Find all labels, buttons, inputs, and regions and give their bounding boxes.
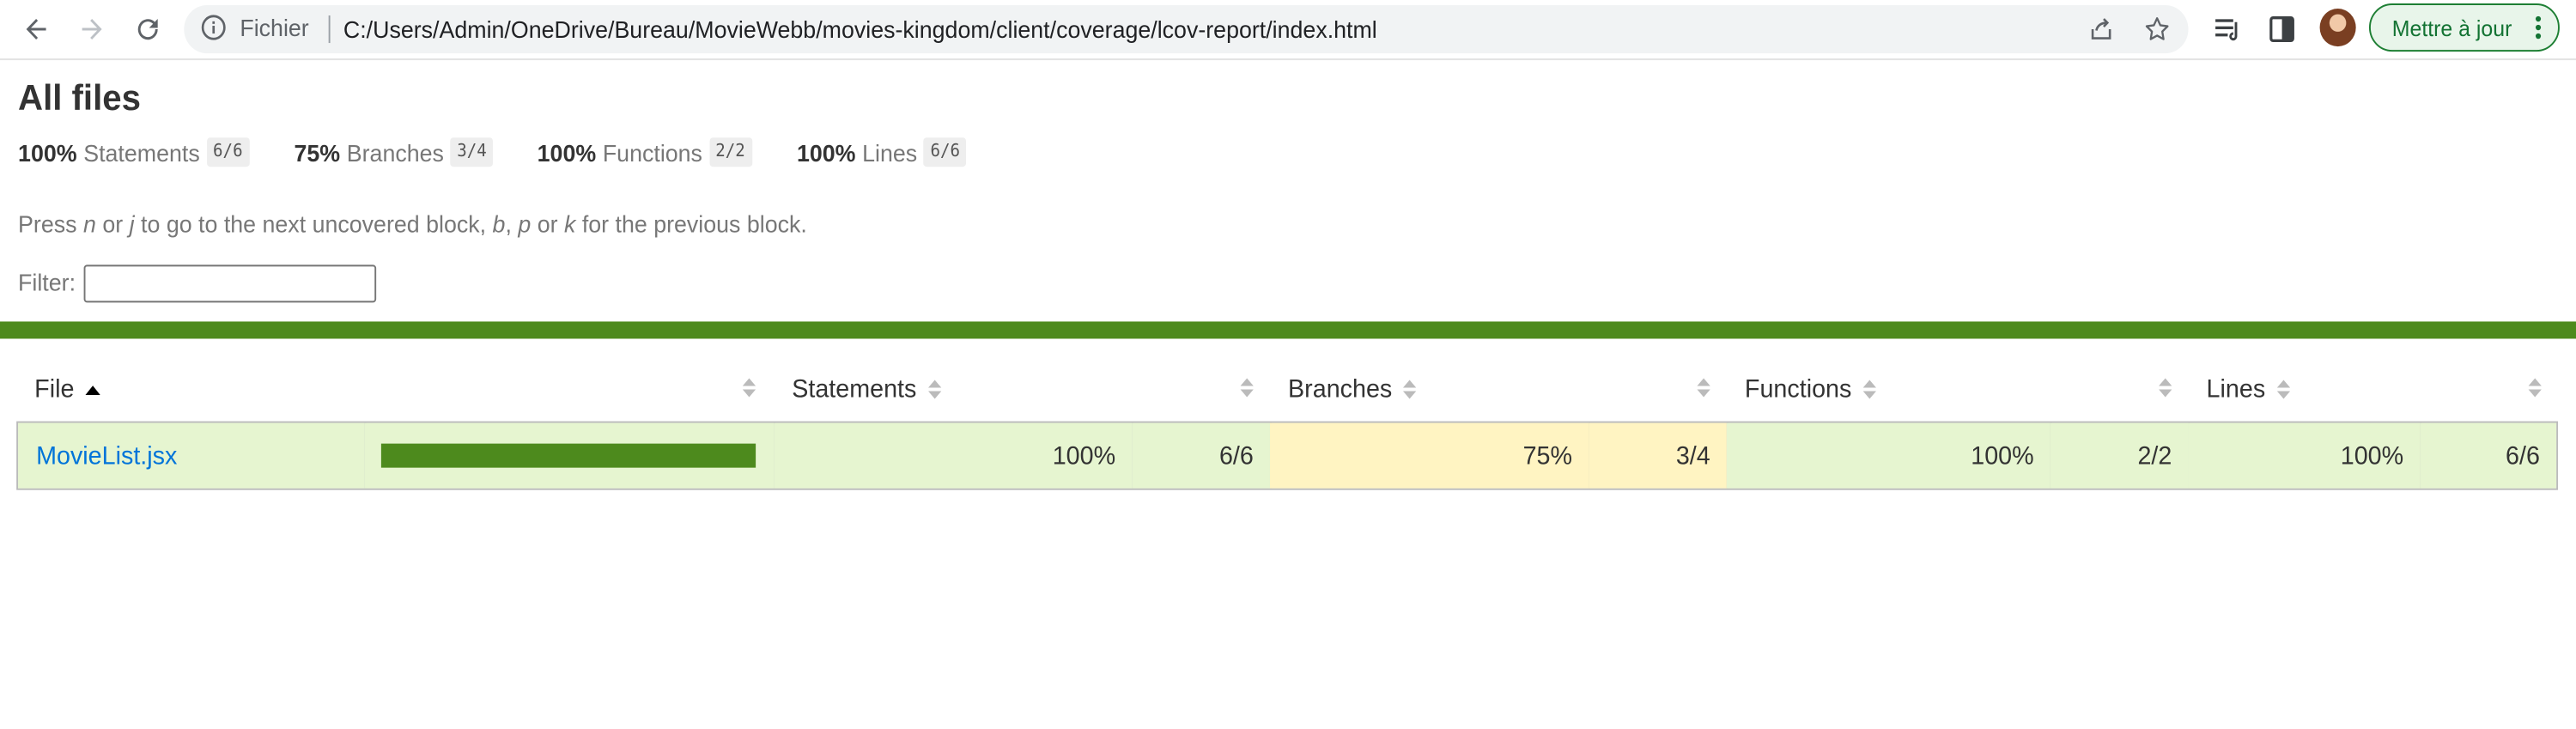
file-cell: MovieList.jsx	[18, 422, 367, 489]
branches-fraction-cell: 3/4	[1589, 422, 1728, 489]
summary-label: Functions	[602, 138, 702, 167]
file-link[interactable]: MovieList.jsx	[36, 441, 177, 471]
summary-pct: 100%	[537, 138, 597, 167]
summary-fraction: 6/6	[206, 137, 250, 167]
reload-icon[interactable]	[128, 9, 167, 50]
summary-pct: 75%	[294, 138, 341, 167]
back-icon[interactable]	[16, 9, 56, 50]
summary-lines: 100% Lines 6/6	[797, 137, 967, 167]
statements-pct-cell: 100%	[774, 422, 1134, 489]
bookmark-star-icon[interactable]	[2142, 14, 2172, 45]
sort-icon	[1403, 380, 1417, 399]
header-functions-label: Functions	[1744, 374, 1852, 404]
lines-pct-cell: 100%	[2188, 422, 2422, 489]
filter-label: Filter:	[18, 268, 76, 296]
forward-icon[interactable]	[72, 9, 112, 50]
summary-pct: 100%	[18, 138, 77, 167]
keyboard-hint: Press n or j to go to the next uncovered…	[18, 210, 807, 238]
site-info-label: Fichier	[240, 14, 309, 42]
header-branches-label: Branches	[1288, 374, 1393, 404]
page-canvas: Fichier C:/Users/Admin/OneDrive/Bureau/M…	[0, 0, 2576, 729]
table-row: MovieList.jsx 100% 6/6 75% 3/4 100% 2/2 …	[16, 421, 2559, 490]
page-title: All files	[18, 79, 141, 119]
sort-icon[interactable]	[2528, 377, 2542, 399]
summary-functions: 100% Functions 2/2	[538, 137, 752, 167]
summary-statements: 100% Statements 6/6	[18, 137, 250, 167]
sort-icon[interactable]	[742, 377, 756, 399]
sort-icon	[1862, 380, 1877, 399]
profile-avatar[interactable]	[2319, 9, 2356, 47]
browser-toolbar: Fichier C:/Users/Admin/OneDrive/Bureau/M…	[0, 0, 2576, 61]
coverage-bar-cell	[364, 422, 776, 489]
address-separator	[328, 15, 331, 44]
statements-fraction-cell: 6/6	[1132, 422, 1272, 489]
header-lines-label: Lines	[2206, 374, 2266, 404]
info-icon	[201, 15, 226, 40]
summary-fraction: 6/6	[923, 137, 967, 167]
summary-branches: 75% Branches 3/4	[294, 137, 494, 167]
sort-icon[interactable]	[1240, 377, 1254, 399]
header-file-label: File	[34, 374, 75, 404]
site-info-button[interactable]: Fichier	[200, 14, 309, 42]
sort-icon	[927, 380, 942, 399]
sort-ascending-icon	[85, 385, 101, 394]
update-browser-button[interactable]: Mettre à jour	[2368, 3, 2560, 52]
functions-fraction-cell: 2/2	[2050, 422, 2190, 489]
functions-pct-cell: 100%	[1726, 422, 2052, 489]
summary-label: Branches	[346, 138, 444, 167]
more-menu-icon[interactable]	[2535, 15, 2542, 39]
sort-icon[interactable]	[1697, 377, 1710, 399]
header-branches[interactable]: Branches	[1288, 375, 1417, 404]
summary-fraction: 2/2	[708, 137, 752, 167]
summary-label: Statements	[83, 138, 200, 167]
coverage-status-bar	[0, 321, 2576, 339]
header-file[interactable]: File	[34, 374, 101, 404]
side-panel-icon[interactable]	[2265, 12, 2298, 46]
summary-pct: 100%	[796, 138, 856, 167]
share-icon[interactable]	[2087, 14, 2116, 45]
sort-icon[interactable]	[2159, 377, 2172, 399]
header-statements[interactable]: Statements	[792, 374, 942, 404]
reading-list-icon[interactable]	[2211, 12, 2244, 46]
update-button-label: Mettre à jour	[2391, 15, 2512, 42]
address-bar[interactable]: Fichier C:/Users/Admin/OneDrive/Bureau/M…	[184, 5, 2189, 54]
coverage-bar-fill	[380, 443, 756, 468]
sort-icon	[2276, 380, 2290, 399]
header-lines[interactable]: Lines	[2207, 375, 2290, 404]
url-text[interactable]: C:/Users/Admin/OneDrive/Bureau/MovieWebb…	[343, 15, 1377, 43]
header-statements-label: Statements	[792, 374, 917, 404]
filter-input[interactable]	[83, 264, 377, 303]
lines-fraction-cell: 6/6	[2420, 422, 2557, 489]
summary-fraction: 3/4	[450, 137, 494, 167]
header-functions[interactable]: Functions	[1744, 374, 1877, 404]
branches-pct-cell: 75%	[1269, 422, 1591, 489]
summary-label: Lines	[862, 138, 918, 167]
